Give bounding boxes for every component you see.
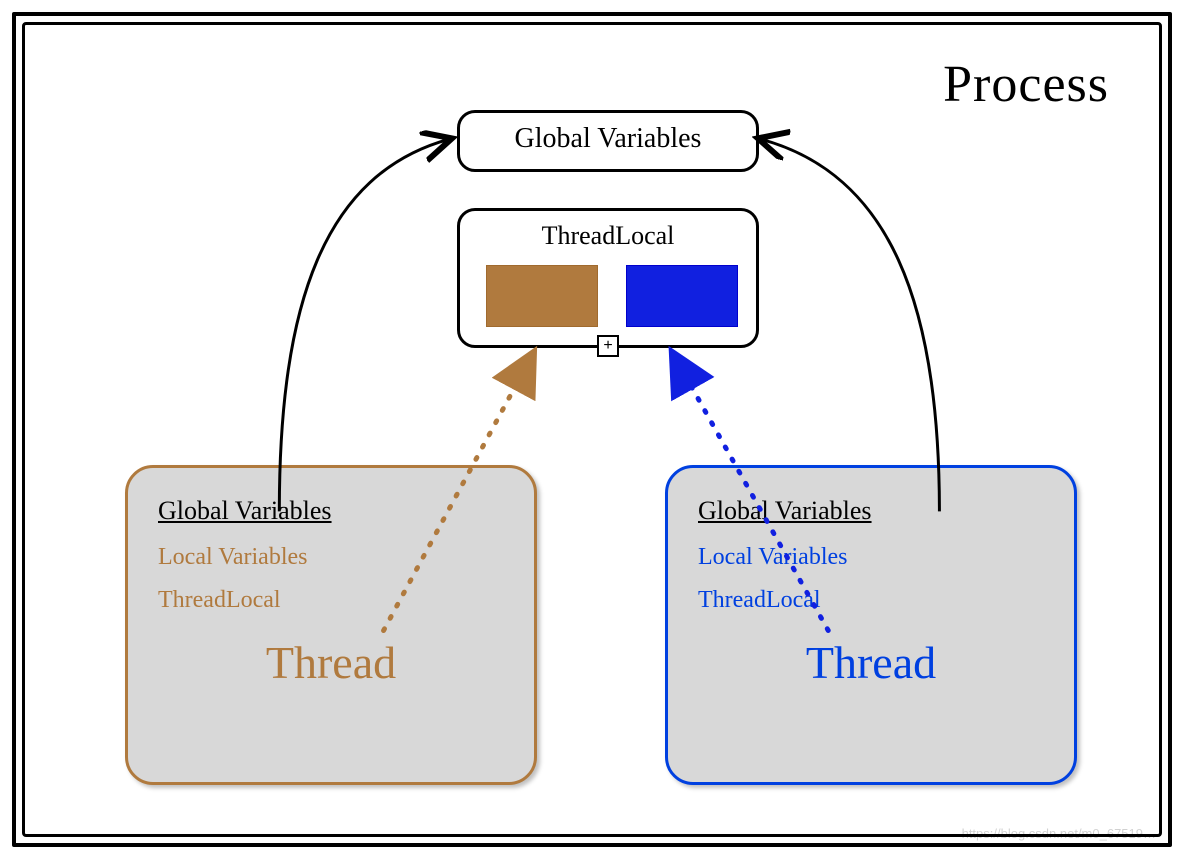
threadlocal-box: ThreadLocal + <box>457 208 759 348</box>
threadlocal-slot-brown <box>486 265 598 327</box>
global-variables-label: Global Variables <box>515 123 702 154</box>
thread-brown-global-vars: Global Variables <box>158 496 504 526</box>
thread-blue-local-vars: Local Variables <box>698 544 1044 571</box>
thread-blue-global-vars: Global Variables <box>698 496 1044 526</box>
expand-handle-icon[interactable]: + <box>597 335 619 357</box>
thread-box-brown: Global Variables Local Variables ThreadL… <box>125 465 537 785</box>
arrow-blue-to-global <box>761 139 940 511</box>
threadlocal-slot-blue <box>626 265 738 327</box>
thread-blue-threadlocal: ThreadLocal <box>698 587 1044 614</box>
process-title: Process <box>943 55 1109 114</box>
threadlocal-label: ThreadLocal <box>542 221 675 250</box>
thread-box-blue: Global Variables Local Variables ThreadL… <box>665 465 1077 785</box>
global-variables-box: Global Variables <box>457 110 759 172</box>
thread-brown-local-vars: Local Variables <box>158 544 504 571</box>
thread-brown-threadlocal: ThreadLocal <box>158 587 504 614</box>
watermark: https://blog.csdn.net/m0_67519… <box>962 826 1156 841</box>
thread-blue-title: Thread <box>698 636 1044 689</box>
arrow-brown-to-global <box>279 139 449 511</box>
thread-brown-title: Thread <box>158 636 504 689</box>
inner-frame: Process Global Variables ThreadLocal + G… <box>22 22 1162 837</box>
